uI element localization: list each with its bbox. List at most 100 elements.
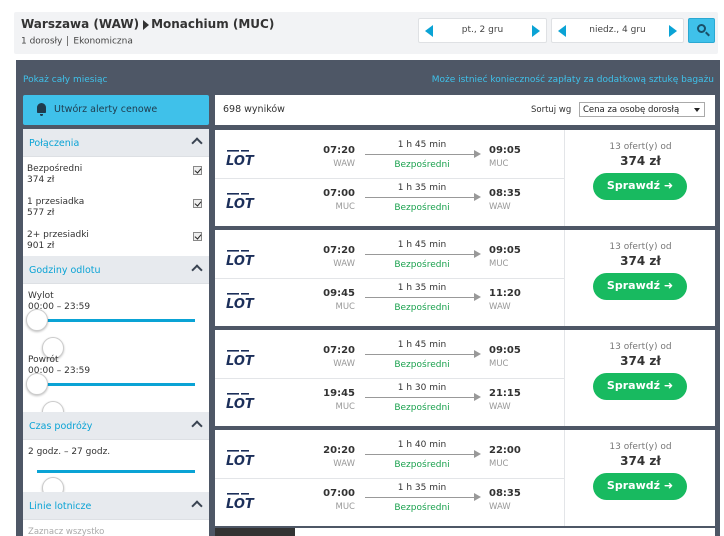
flight-leg: LOT 20:20 WAW 1 h 40 min Bezpośredni 22:00 MUC: [215, 436, 564, 478]
price: 374 zł: [620, 154, 661, 168]
arrival-airport: WAW: [489, 302, 511, 312]
filter-label: 1 przesiadka: [27, 197, 85, 207]
return-label: Powrót: [28, 355, 59, 365]
flight-duration: 1 h 45 min: [397, 240, 447, 250]
arrow-right-icon: [474, 193, 481, 201]
departure-airport: WAW: [333, 259, 355, 269]
trip-details: 1 dorosły Ekonomiczna: [21, 36, 133, 47]
next-day-icon[interactable]: [532, 25, 540, 37]
price: 374 zł: [620, 454, 661, 468]
passengers: 1 dorosły: [21, 36, 63, 47]
offers-count: 13 ofert(y) od: [609, 442, 672, 452]
search-button[interactable]: [688, 18, 715, 43]
show-month-link[interactable]: Pokaż cały miesiąc: [23, 75, 107, 85]
prev-day-icon[interactable]: [558, 25, 566, 37]
offers-count: 13 ofert(y) od: [609, 342, 672, 352]
slider-min-handle[interactable]: [26, 309, 48, 331]
bottom-strip: [215, 528, 715, 536]
check-deal-button[interactable]: Sprawdź ➜: [593, 473, 687, 500]
price: 374 zł: [620, 254, 661, 268]
filter-direct[interactable]: Bezpośredni 374 zł: [23, 157, 209, 190]
arrival-airport: MUC: [489, 159, 509, 169]
flight-leg: LOT 09:45 MUC 1 h 35 min Bezpośredni 11:20 WAW: [215, 278, 564, 320]
chevron-up-icon[interactable]: [191, 420, 203, 432]
duration-slider[interactable]: [37, 470, 195, 499]
arrival-time: 09:05: [489, 145, 521, 156]
arrival-airport: WAW: [489, 202, 511, 212]
departure-airport: WAW: [333, 159, 355, 169]
flight-duration: 1 h 35 min: [397, 183, 447, 193]
chevron-down-icon: [694, 108, 700, 112]
price-alert-button[interactable]: Utwórz alerty cenowe: [23, 95, 209, 125]
flight-result-card[interactable]: LOT 20:20 WAW 1 h 40 min Bezpośredni 22:00 MUC…: [215, 430, 715, 526]
flight-duration: 1 h 30 min: [397, 383, 447, 393]
results-panel: Pokaż cały miesiąc Może istnieć konieczn…: [16, 60, 720, 536]
lot-logo-icon: LOT: [226, 250, 255, 266]
chevron-up-icon[interactable]: [191, 137, 203, 149]
flight-result-card[interactable]: LOT 07:20 WAW 1 h 45 min Bezpośredni 09:05 MUC…: [215, 130, 715, 226]
flight-result-card[interactable]: LOT 07:20 WAW 1 h 45 min Bezpośredni 09:05 MUC…: [215, 330, 715, 426]
svg-text:LOT: LOT: [226, 454, 255, 466]
sort-select[interactable]: Cena za osobę dorosłą: [579, 102, 705, 117]
duration-title: Czas podróży: [29, 421, 93, 432]
svg-text:LOT: LOT: [226, 297, 255, 309]
flight-duration: 1 h 35 min: [397, 283, 447, 293]
flight-duration: 1 h 45 min: [397, 340, 447, 350]
outbound-time-slider[interactable]: [26, 309, 195, 359]
checkbox[interactable]: [193, 166, 202, 175]
lot-logo-icon: LOT: [226, 350, 255, 366]
arrival-time: 21:15: [489, 388, 521, 399]
search-summary-bar: Warszawa (WAW) Monachium (MUC) 1 dorosły E…: [14, 12, 718, 54]
check-deal-button[interactable]: Sprawdź ➜: [593, 173, 687, 200]
check-deal-button[interactable]: Sprawdź ➜: [593, 373, 687, 400]
filter-two-plus-stops[interactable]: 2+ przesiadki 901 zł: [23, 223, 209, 256]
chevron-up-icon[interactable]: [191, 264, 203, 276]
flight-leg: LOT 07:20 WAW 1 h 45 min Bezpośredni 09:05 MUC: [215, 136, 564, 178]
departure-times-title: Godziny odlotu: [29, 265, 101, 276]
filter-one-stop[interactable]: 1 przesiadka 577 zł: [23, 190, 209, 223]
departure-time: 07:20: [323, 245, 355, 256]
route-title: Warszawa (WAW) Monachium (MUC): [21, 17, 274, 31]
prev-day-icon[interactable]: [425, 25, 433, 37]
departure-time: 20:20: [323, 445, 355, 456]
arrow-right-icon: [474, 393, 481, 401]
lot-logo-icon: LOT: [226, 293, 255, 309]
airlines-header[interactable]: Linie lotnicze: [23, 492, 209, 520]
route-line: [365, 454, 475, 455]
price: 374 zł: [620, 354, 661, 368]
results-list: 698 wyników Sortuj wg Cena za osobę doro…: [215, 95, 715, 536]
depart-date-picker[interactable]: pt., 2 gru: [418, 18, 547, 43]
filter-label: 2+ przesiadki: [27, 230, 89, 240]
select-all-link[interactable]: Zaznacz wszystko: [28, 527, 104, 536]
arrival-time: 08:35: [489, 188, 521, 199]
slider-min-handle[interactable]: [26, 373, 48, 395]
connections-header[interactable]: Połączenia: [23, 129, 209, 157]
departure-time: 19:45: [323, 388, 355, 399]
arrival-airport: MUC: [489, 459, 509, 469]
departure-airport: WAW: [333, 459, 355, 469]
lot-logo-icon: LOT: [226, 193, 255, 209]
departure-times-header[interactable]: Godziny odlotu: [23, 256, 209, 284]
baggage-note-link[interactable]: Może istnieć konieczność zapłaty za doda…: [432, 75, 714, 85]
next-day-icon[interactable]: [669, 25, 677, 37]
departure-airport: WAW: [333, 359, 355, 369]
checkbox[interactable]: [193, 199, 202, 208]
return-time-slider[interactable]: [26, 373, 195, 423]
checkbox[interactable]: [193, 232, 202, 241]
check-deal-button[interactable]: Sprawdź ➜: [593, 273, 687, 300]
stops-label: Bezpośredni: [394, 203, 450, 213]
airlines-filter: Zaznacz wszystko: [23, 520, 209, 536]
departure-airport: MUC: [335, 502, 356, 512]
arrow-right-icon: [474, 293, 481, 301]
chevron-up-icon[interactable]: [191, 500, 203, 512]
lot-logo-icon: LOT: [226, 450, 255, 466]
outbound-label: Wylot: [28, 291, 54, 301]
flight-result-card[interactable]: LOT 07:20 WAW 1 h 45 min Bezpośredni 09:05 MUC…: [215, 230, 715, 326]
return-date-picker[interactable]: niedz., 4 gru: [551, 18, 684, 43]
departure-airport: MUC: [335, 402, 356, 412]
duration-header[interactable]: Czas podróży: [23, 412, 209, 440]
route-line: [365, 297, 475, 298]
route-line: [365, 397, 475, 398]
arrival-time: 09:05: [489, 345, 521, 356]
svg-text:LOT: LOT: [226, 397, 255, 409]
